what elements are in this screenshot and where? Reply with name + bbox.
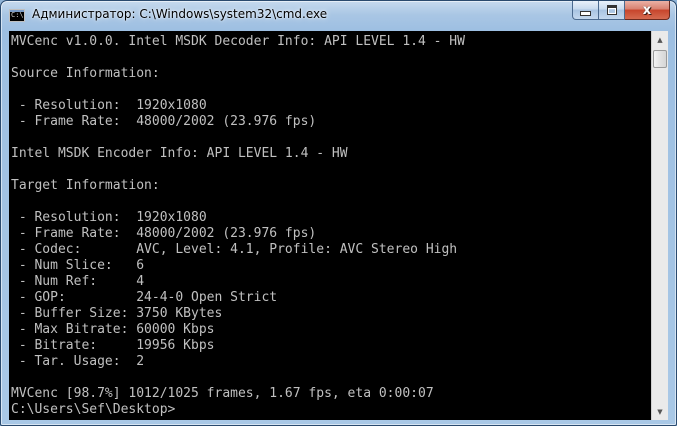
console-line: - Frame Rate: 48000/2002 (23.976 fps) <box>11 226 317 241</box>
title-bar[interactable]: C:\ Администратор: C:\Windows\system32\c… <box>1 1 676 31</box>
console-line: C:\Users\Sef\Desktop> <box>11 402 176 417</box>
arrow-down-icon: ▼ <box>657 407 663 416</box>
console-line: - Resolution: 1920x1080 <box>11 98 207 113</box>
cmd-window: C:\ Администратор: C:\Windows\system32\c… <box>0 0 677 426</box>
console-line: - Codec: AVC, Level: 4.1, Profile: AVC S… <box>11 242 458 257</box>
console-line: - Tar. Usage: 2 <box>11 354 145 369</box>
maximize-button[interactable] <box>599 1 625 20</box>
vertical-scrollbar[interactable]: ▲ ▼ <box>651 31 668 420</box>
console-line: - Resolution: 1920x1080 <box>11 210 207 225</box>
console-line: Target Information: <box>11 178 160 193</box>
maximize-icon <box>606 5 617 15</box>
console-line: - GOP: 24-4-0 Open Strict <box>11 290 278 305</box>
caption-buttons: x <box>572 1 670 20</box>
close-icon: x <box>642 2 652 18</box>
console-line: - Bitrate: 19956 Kbps <box>11 338 215 353</box>
arrow-up-icon: ▲ <box>657 35 663 44</box>
scroll-up-button[interactable]: ▲ <box>652 31 668 48</box>
console-line: - Frame Rate: 48000/2002 (23.976 fps) <box>11 114 317 129</box>
console-line: - Num Ref: 4 <box>11 274 145 289</box>
cmd-app-icon[interactable]: C:\ <box>9 9 25 22</box>
console-line: MVCenc [98.7%] 1012/1025 frames, 1.67 fp… <box>11 386 434 401</box>
minimize-button[interactable] <box>572 1 599 20</box>
console-line: - Buffer Size: 3750 KBytes <box>11 306 223 321</box>
console-line: Intel MSDK Encoder Info: API LEVEL 1.4 -… <box>11 146 348 161</box>
console-line: - Max Bitrate: 60000 Kbps <box>11 322 215 337</box>
console-output[interactable]: MVCenc v1.0.0. Intel MSDK Decoder Info: … <box>9 31 651 420</box>
scroll-down-button[interactable]: ▼ <box>652 403 668 420</box>
console-line: Source Information: <box>11 66 160 81</box>
window-title: Администратор: C:\Windows\system32\cmd.e… <box>32 7 328 21</box>
minimize-icon <box>580 11 591 16</box>
close-button[interactable]: x <box>625 1 670 20</box>
console-line: - Num Slice: 6 <box>11 258 145 273</box>
scrollbar-thumb[interactable] <box>653 50 667 68</box>
console-line: MVCenc v1.0.0. Intel MSDK Decoder Info: … <box>11 34 465 49</box>
